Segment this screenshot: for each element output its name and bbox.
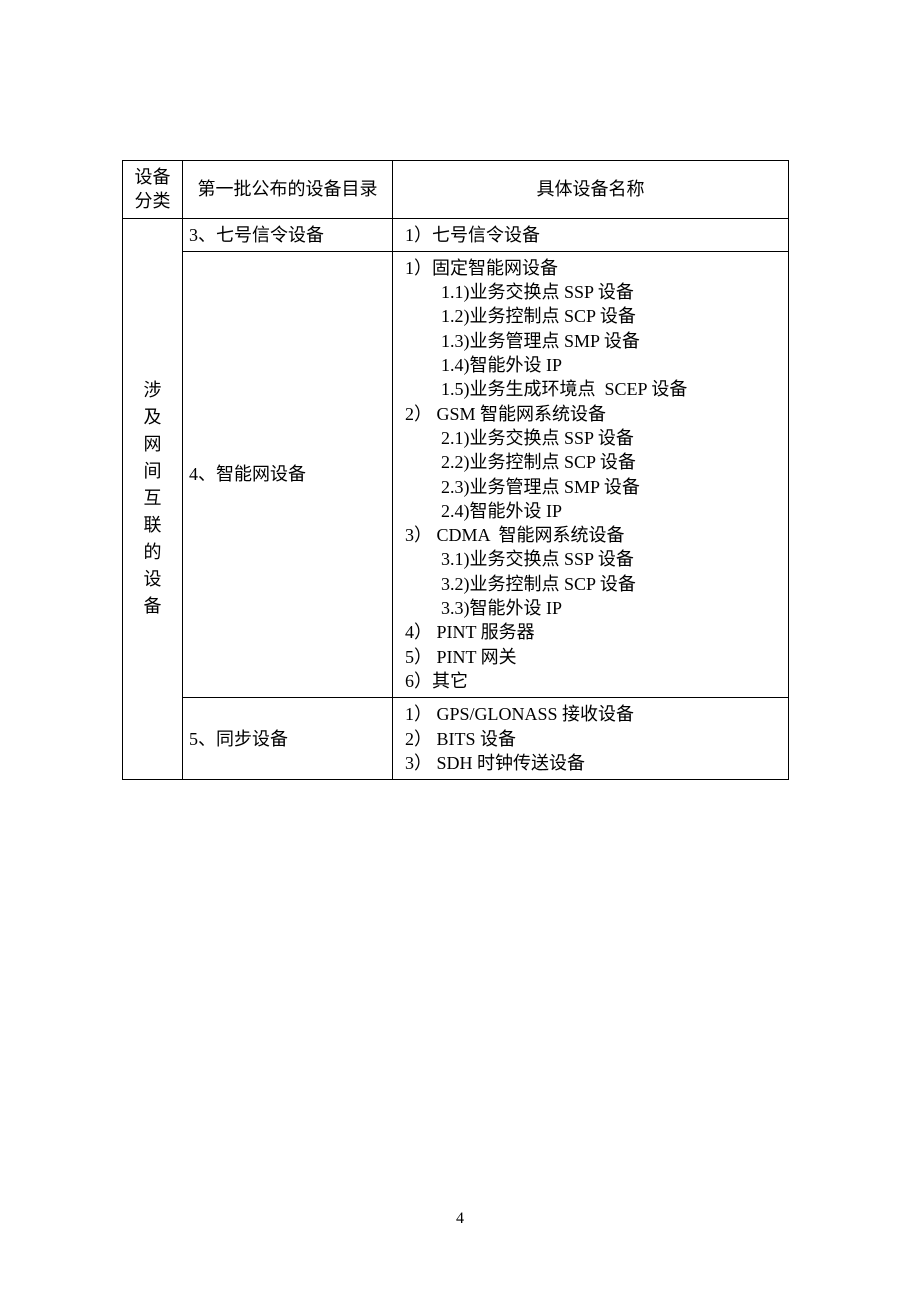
detail-line: 1）七号信令设备 (399, 223, 782, 247)
detail-line: 1.5)业务生成环境点 SCEP 设备 (399, 377, 782, 401)
detail-cell: 1） GPS/GLONASS 接收设备2） BITS 设备3） SDH 时钟传送… (393, 698, 789, 780)
category-cell: 涉及网间互联的设备 (123, 218, 183, 780)
detail-line: 1.1)业务交换点 SSP 设备 (399, 280, 782, 304)
table-row: 5、同步设备 1） GPS/GLONASS 接收设备2） BITS 设备3） S… (123, 698, 789, 780)
detail-cell: 1）固定智能网设备1.1)业务交换点 SSP 设备1.2)业务控制点 SCP 设… (393, 251, 789, 697)
category-label: 涉及网间互联的设备 (144, 377, 162, 620)
equipment-table: 设备 分类 第一批公布的设备目录 具体设备名称 涉及网间互联的设备 3、七号信令… (122, 160, 789, 780)
directory-cell: 3、七号信令设备 (183, 218, 393, 251)
detail-line: 3） SDH 时钟传送设备 (399, 751, 782, 775)
detail-line: 3） CDMA 智能网系统设备 (399, 523, 782, 547)
page-number: 4 (0, 1210, 920, 1228)
table-header-row: 设备 分类 第一批公布的设备目录 具体设备名称 (123, 161, 789, 219)
detail-line: 1.2)业务控制点 SCP 设备 (399, 304, 782, 328)
detail-line: 4） PINT 服务器 (399, 620, 782, 644)
detail-line: 3.1)业务交换点 SSP 设备 (399, 547, 782, 571)
detail-line: 1.4)智能外设 IP (399, 353, 782, 377)
detail-line: 1）固定智能网设备 (399, 256, 782, 280)
detail-cell: 1）七号信令设备 (393, 218, 789, 251)
detail-line: 1.3)业务管理点 SMP 设备 (399, 329, 782, 353)
detail-line: 2） GSM 智能网系统设备 (399, 402, 782, 426)
detail-line: 3.3)智能外设 IP (399, 596, 782, 620)
detail-line: 2） BITS 设备 (399, 727, 782, 751)
detail-line: 2.4)智能外设 IP (399, 499, 782, 523)
directory-cell: 4、智能网设备 (183, 251, 393, 697)
header-category-line2: 分类 (135, 191, 171, 211)
header-directory: 第一批公布的设备目录 (183, 161, 393, 219)
detail-line: 5） PINT 网关 (399, 645, 782, 669)
header-category-line1: 设备 (135, 167, 171, 187)
directory-cell: 5、同步设备 (183, 698, 393, 780)
detail-line: 6）其它 (399, 669, 782, 693)
detail-line: 3.2)业务控制点 SCP 设备 (399, 572, 782, 596)
document-page: 设备 分类 第一批公布的设备目录 具体设备名称 涉及网间互联的设备 3、七号信令… (0, 0, 920, 1303)
detail-line: 2.2)业务控制点 SCP 设备 (399, 450, 782, 474)
detail-line: 2.3)业务管理点 SMP 设备 (399, 475, 782, 499)
header-category: 设备 分类 (123, 161, 183, 219)
detail-line: 1） GPS/GLONASS 接收设备 (399, 702, 782, 726)
header-details: 具体设备名称 (393, 161, 789, 219)
table-row: 4、智能网设备 1）固定智能网设备1.1)业务交换点 SSP 设备1.2)业务控… (123, 251, 789, 697)
table-row: 涉及网间互联的设备 3、七号信令设备 1）七号信令设备 (123, 218, 789, 251)
detail-line: 2.1)业务交换点 SSP 设备 (399, 426, 782, 450)
